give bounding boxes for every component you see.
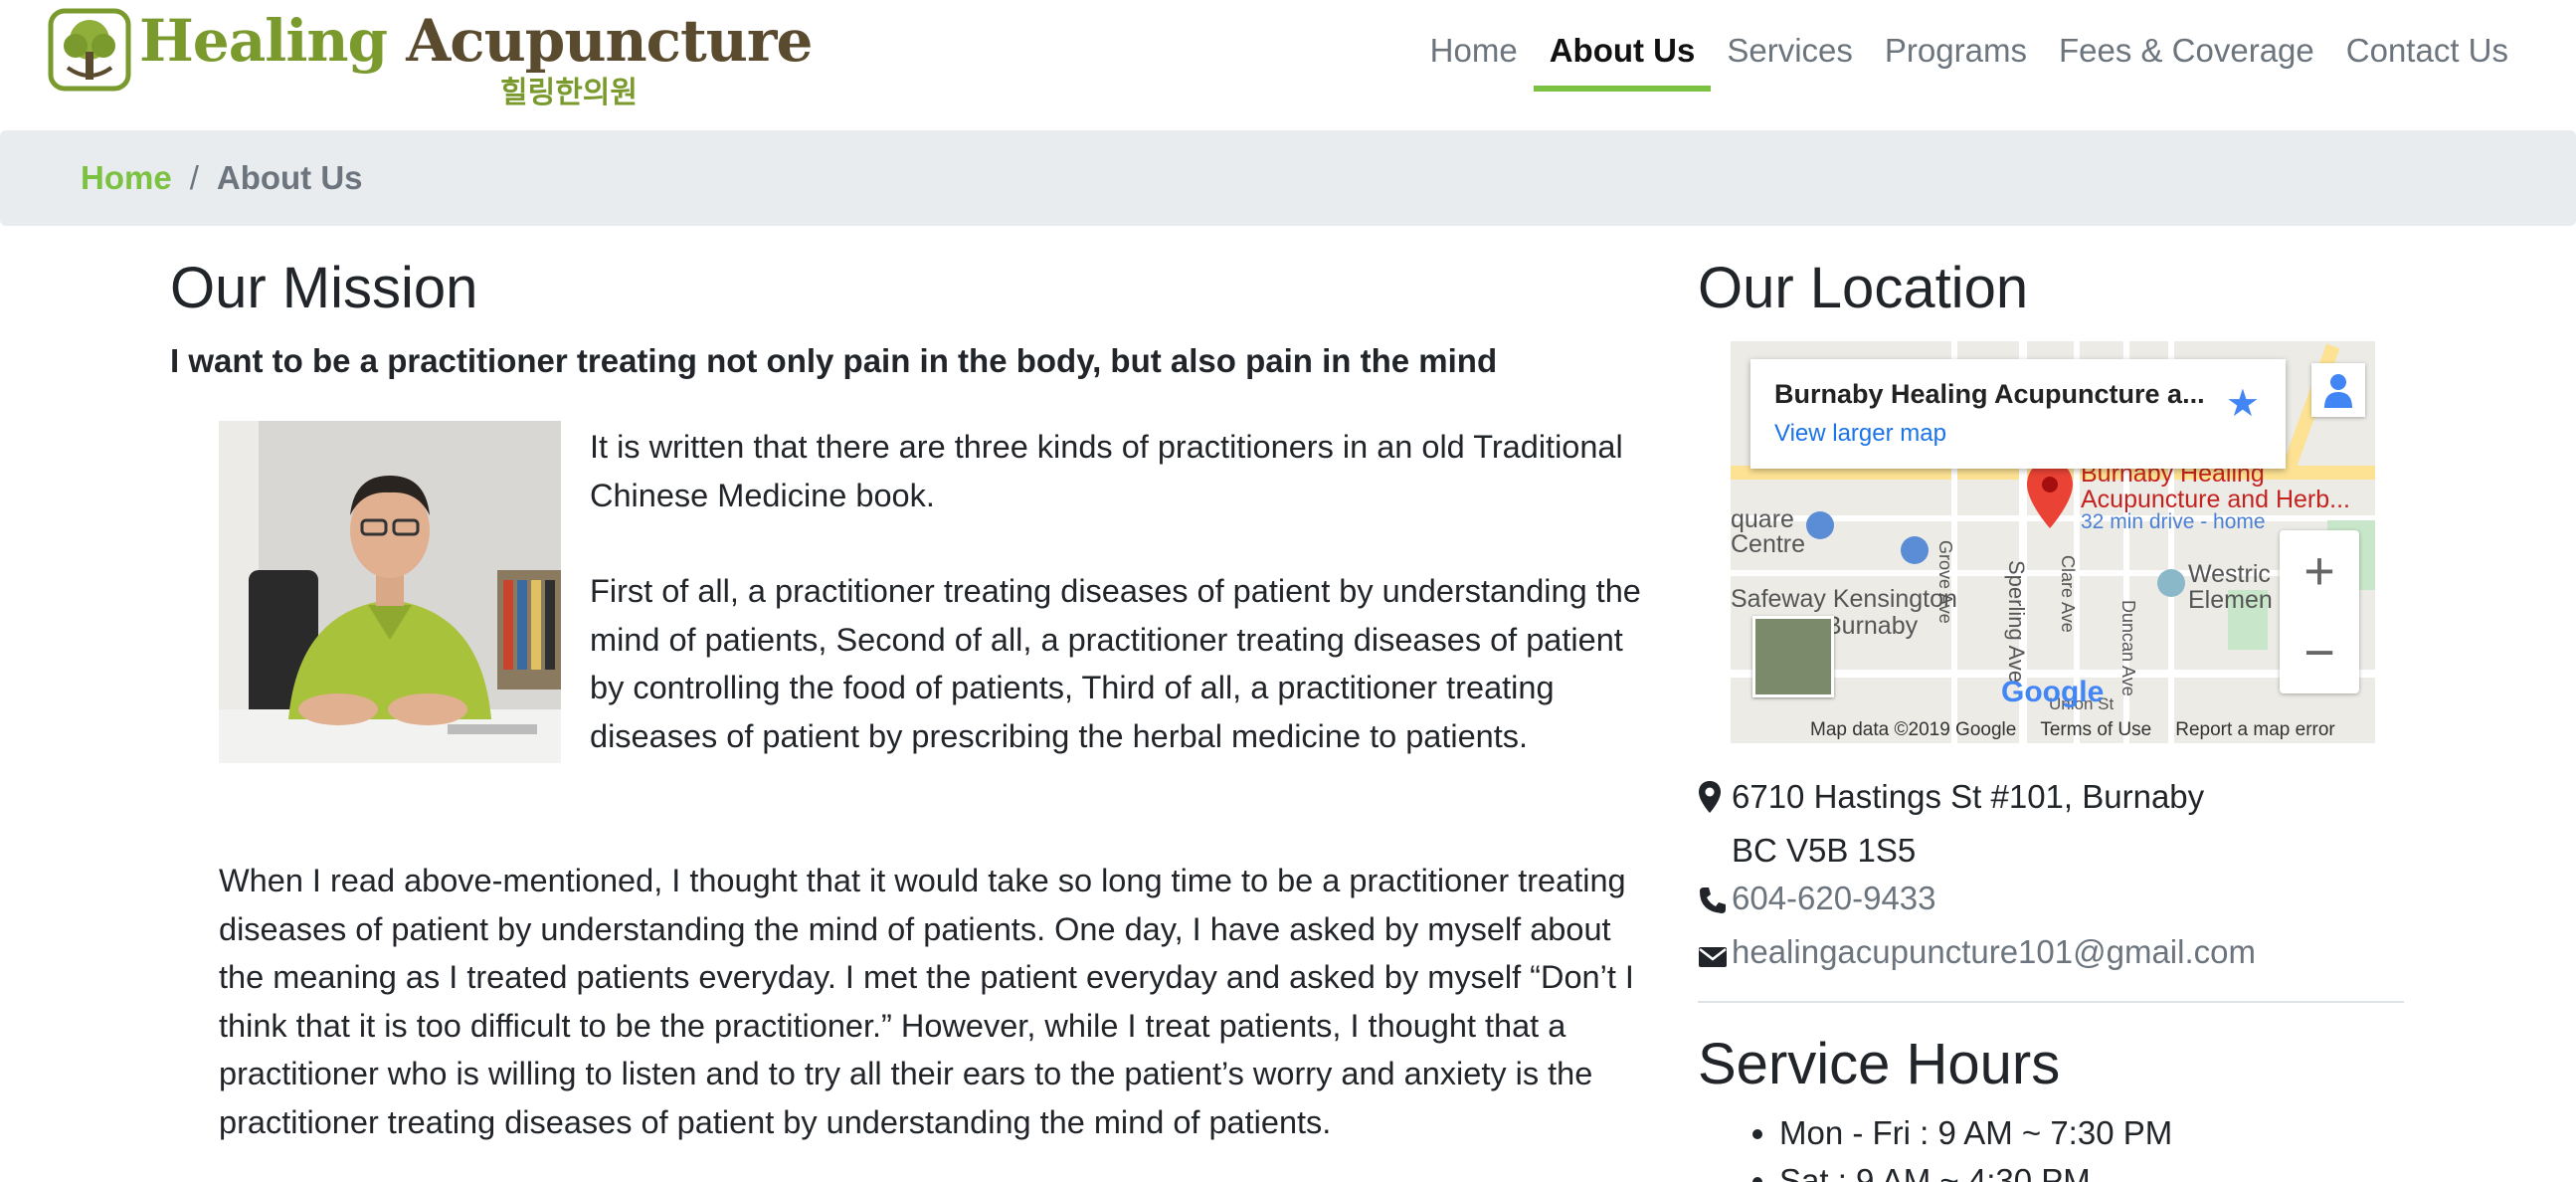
map-label-duncan-ave: Duncan Ave bbox=[2118, 600, 2138, 696]
logo-korean-text: 힐링한의원 bbox=[500, 76, 638, 110]
map-label-grove-ave: Grove Ave bbox=[1935, 540, 1955, 624]
email-link[interactable]: healingacupuncture101@gmail.com bbox=[1732, 928, 2256, 976]
practitioner-photo bbox=[219, 421, 561, 763]
map-attribution: Map data ©2019 Google Terms of Use Repor… bbox=[1810, 719, 2335, 741]
mission-title: Our Mission bbox=[170, 256, 478, 320]
breadcrumb-current: About Us bbox=[216, 159, 363, 196]
phone-link[interactable]: 604-620-9433 bbox=[1732, 875, 1936, 922]
mission-paragraph-2: First of all, a practitioner treating di… bbox=[590, 573, 1641, 754]
view-larger-map-link[interactable]: View larger map bbox=[1774, 420, 2262, 448]
hours-item-weekdays: Mon - Fri : 9 AM ~ 7:30 PM bbox=[1779, 1109, 2172, 1157]
map-label-centre: Centre bbox=[1731, 530, 1806, 558]
map-label-burnaby: Burnaby bbox=[1825, 612, 1919, 640]
address-line-2: BC V5B 1S5 bbox=[1732, 832, 1917, 869]
star-icon[interactable]: ★ bbox=[2226, 381, 2260, 426]
email-line: healingacupuncture101@gmail.com bbox=[1698, 928, 2256, 982]
envelope-icon bbox=[1698, 928, 1732, 982]
address-line: 6710 Hastings St #101, Burnaby bbox=[1698, 773, 2256, 827]
map-zoom-controls: + − bbox=[2280, 530, 2359, 693]
zoom-out-button[interactable]: − bbox=[2280, 612, 2359, 693]
map-report-error-link[interactable]: Report a map error bbox=[2175, 719, 2335, 741]
map-label-sperling-ave: Sperling Ave bbox=[2004, 560, 2029, 684]
hours-item-saturday: Sat : 9 AM ~ 4:30 PM bbox=[1779, 1157, 2172, 1182]
site-logo[interactable]: Healing Acupuncture 힐링한의원 bbox=[48, 6, 813, 110]
nav-home[interactable]: Home bbox=[1414, 22, 1534, 92]
mission-paragraph-1: It is written that there are three kinds… bbox=[590, 429, 1623, 513]
location-title: Our Location bbox=[1698, 256, 2029, 320]
map-drive-time: 32 min drive - home bbox=[2081, 510, 2266, 533]
nav-contact-us[interactable]: Contact Us bbox=[2330, 22, 2524, 92]
nav-programs[interactable]: Programs bbox=[1869, 22, 2043, 92]
map-data-credit: Map data ©2019 Google bbox=[1810, 719, 2017, 740]
site-header: Healing Acupuncture 힐링한의원 Home About Us … bbox=[0, 0, 2576, 129]
mission-section: Our Mission I want to be a practitioner … bbox=[170, 254, 1642, 1140]
breadcrumb-home-link[interactable]: Home bbox=[81, 159, 172, 197]
nav-about-us[interactable]: About Us bbox=[1533, 22, 1712, 92]
map-marker-icon bbox=[1698, 773, 1732, 827]
map-label-clare-ave: Clare Ave bbox=[2058, 555, 2078, 633]
map-label-elemen: Elemen bbox=[2188, 586, 2273, 614]
practitioner-portrait-image bbox=[219, 421, 561, 763]
mission-subtitle: I want to be a practitioner treating not… bbox=[170, 342, 1498, 379]
phone-line: 604-620-9433 bbox=[1698, 875, 2256, 928]
section-divider bbox=[1698, 1001, 2404, 1003]
mission-paragraph-3: When I read above-mentioned, I thought t… bbox=[219, 863, 1634, 1140]
location-section: Our Location quare Centre Safeway Kensin… bbox=[1698, 254, 2404, 1182]
map-label-westric: Westric bbox=[2188, 560, 2271, 588]
address-line-1: 6710 Hastings St #101, Burnaby bbox=[1732, 778, 2205, 815]
phone-icon bbox=[1698, 875, 1732, 928]
satellite-toggle-thumbnail[interactable] bbox=[1752, 616, 1834, 697]
contact-info: 6710 Hastings St #101, Burnaby BC V5B 1S… bbox=[1698, 773, 2256, 982]
breadcrumb-separator: / bbox=[189, 159, 199, 196]
pegman-icon[interactable] bbox=[2311, 363, 2365, 417]
google-logo: Google bbox=[2001, 676, 2105, 708]
nav-fees-coverage[interactable]: Fees & Coverage bbox=[2043, 22, 2330, 92]
service-hours-list: Mon - Fri : 9 AM ~ 7:30 PM Sat : 9 AM ~ … bbox=[1744, 1109, 2172, 1182]
map-terms-link[interactable]: Terms of Use bbox=[2040, 719, 2151, 741]
logo-text: Healing Acupuncture bbox=[139, 6, 813, 76]
map-pin-icon[interactable] bbox=[2025, 459, 2075, 530]
map-label-safeway: Safeway Kensington bbox=[1731, 585, 1957, 613]
logo-word-healing: Healing bbox=[139, 7, 388, 75]
google-map-embed[interactable]: quare Centre Safeway Kensington Burnaby … bbox=[1731, 341, 2375, 743]
breadcrumb: Home / About Us bbox=[0, 130, 2576, 226]
zoom-in-button[interactable]: + bbox=[2280, 530, 2359, 612]
tree-logo-icon bbox=[48, 8, 131, 92]
map-card-title: Burnaby Healing Acupuncture a... bbox=[1774, 379, 2205, 409]
logo-word-acupuncture: Acupuncture bbox=[406, 7, 813, 75]
main-nav: Home About Us Services Programs Fees & C… bbox=[1414, 22, 2524, 92]
nav-services[interactable]: Services bbox=[1711, 22, 1869, 92]
service-hours-title: Service Hours bbox=[1698, 1032, 2061, 1096]
map-info-card: Burnaby Healing Acupuncture a... View la… bbox=[1750, 359, 2286, 469]
map-pin-label-line2: Acupuncture and Herb... bbox=[2081, 486, 2350, 513]
